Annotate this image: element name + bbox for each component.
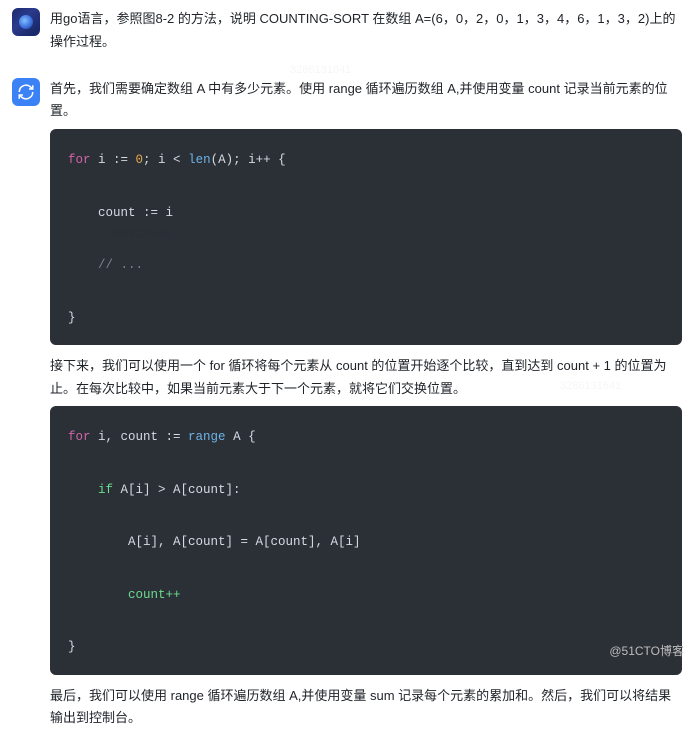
watermark: @51CTO博客 — [609, 642, 684, 659]
user-avatar — [12, 8, 40, 36]
bot-paragraph-2: 接下来，我们可以使用一个 for 循环将每个元素从 count 的位置开始逐个比… — [50, 355, 682, 401]
count-inc: count++ — [128, 588, 181, 602]
code-line: A[i], A[count] = A[count], A[i] — [68, 535, 361, 549]
code-text: A[i] > A[count]: — [113, 483, 241, 497]
bot-body: 首先，我们需要确定数组 A 中有多少元素。使用 range 循环遍历数组 A,并… — [50, 78, 682, 737]
user-text: 用go语言，参照图8-2 的方法，说明 COUNTING-SORT 在数组 A=… — [50, 8, 682, 54]
code-block-2: for i, count := range A { if A[i] > A[co… — [50, 406, 682, 674]
code-line: count := i — [68, 206, 173, 220]
code-line: } — [68, 640, 76, 654]
code-text: A { — [226, 430, 256, 444]
kw-for: for — [68, 430, 91, 444]
code-line: } — [68, 311, 76, 325]
bot-avatar — [12, 78, 40, 106]
user-body: 用go语言，参照图8-2 的方法，说明 COUNTING-SORT 在数组 A=… — [50, 8, 682, 60]
kw-range: range — [188, 430, 226, 444]
code-text: i, count := — [91, 430, 189, 444]
bot-message: 首先，我们需要确定数组 A 中有多少元素。使用 range 循环遍历数组 A,并… — [0, 64, 694, 740]
kw-if: if — [68, 483, 113, 497]
bot-paragraph-3: 最后，我们可以使用 range 循环遍历数组 A,并使用变量 sum 记录每个元… — [50, 685, 682, 731]
code-text: i := — [91, 153, 136, 167]
code-block-1: for i := 0; i < len(A); i++ { count := i… — [50, 129, 682, 345]
bot-paragraph-1: 首先，我们需要确定数组 A 中有多少元素。使用 range 循环遍历数组 A,并… — [50, 78, 682, 124]
func-len: len — [188, 153, 211, 167]
code-comment: // ... — [68, 258, 143, 272]
number-literal: 0 — [136, 153, 144, 167]
code-text: ; i < — [143, 153, 188, 167]
user-message: 用go语言，参照图8-2 的方法，说明 COUNTING-SORT 在数组 A=… — [0, 0, 694, 64]
code-indent — [68, 588, 128, 602]
kw-for: for — [68, 153, 91, 167]
code-text: (A); i++ { — [211, 153, 286, 167]
refresh-icon — [17, 83, 35, 101]
